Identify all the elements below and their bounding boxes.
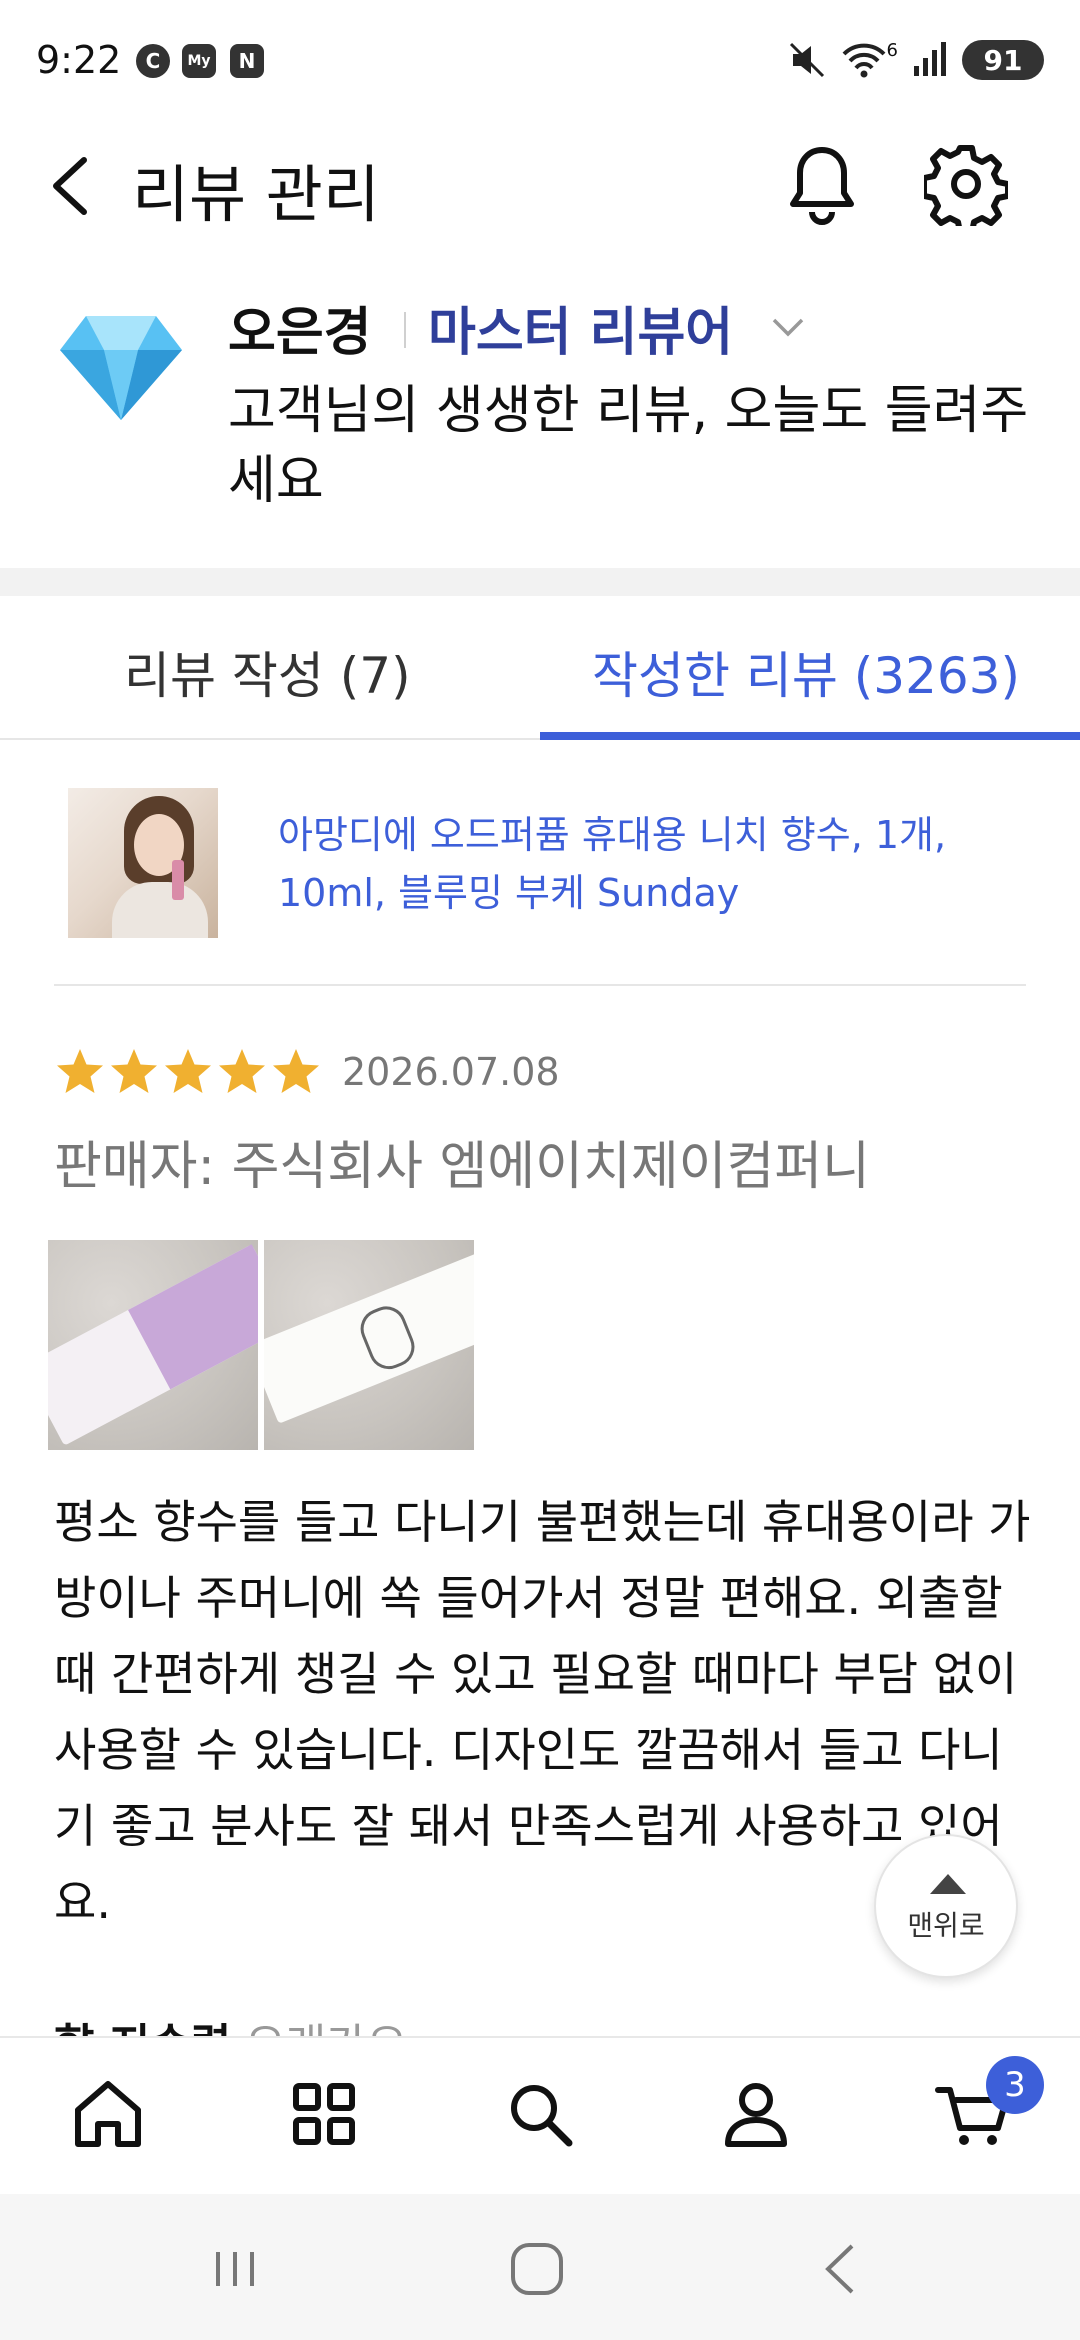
scroll-to-top-label: 맨위로: [907, 1909, 985, 1942]
gear-icon[interactable]: [924, 142, 1008, 226]
star-icon: [273, 1049, 319, 1093]
attribute-value: 오래가요: [245, 2020, 407, 2036]
page-title: 리뷰 관리: [132, 158, 380, 231]
recent-apps-icon[interactable]: [200, 2234, 270, 2304]
cart-count-badge: 3: [986, 2056, 1044, 2114]
review-tabs: 리뷰 작성 (7) 작성한 리뷰 (3263): [0, 596, 1080, 740]
diamond-grade-icon: [60, 316, 182, 420]
header: 리뷰 관리: [0, 130, 1080, 240]
review-rating: 2026.07.08: [54, 1046, 560, 1098]
review-product[interactable]: 아망디에 오드퍼퓸 휴대용 니치 향수, 1개, 10ml, 블루밍 부케 Su…: [54, 786, 1026, 986]
status-indicators: 6 91: [787, 40, 1044, 80]
status-app-icon-n: N: [230, 44, 264, 78]
seller-name: 판매자: 주식회사 엠에이치제이컴퍼니: [54, 1137, 871, 1197]
wifi-icon: [842, 43, 885, 78]
status-app-icon-my: My: [182, 44, 216, 78]
signal-label: 6: [886, 39, 898, 61]
star-icon: [219, 1049, 265, 1093]
reviewer-profile: 오은경 마스터 리뷰어 고객님의 생생한 리뷰, 오늘도 들려주세요: [0, 290, 1080, 540]
star-icon: [57, 1049, 103, 1093]
user-icon[interactable]: [714, 2072, 798, 2156]
active-tab-indicator: [540, 732, 1080, 740]
reviewer-grade[interactable]: 마스터 리뷰어: [428, 290, 733, 365]
tab-write-review[interactable]: 리뷰 작성 (7): [124, 636, 411, 708]
attribute-label: 향 지속력: [54, 2020, 231, 2036]
search-icon[interactable]: [498, 2072, 582, 2156]
system-back-icon[interactable]: [806, 2234, 876, 2304]
status-bar: 9:22 C My N 6 91: [0, 0, 1080, 130]
review-date: 2026.07.08: [342, 1050, 560, 1094]
review-attribute: 향 지속력 오래가요: [54, 2010, 407, 2036]
battery-indicator: 91: [962, 40, 1044, 80]
name-separator: [404, 312, 406, 348]
back-icon[interactable]: [44, 154, 104, 218]
star-icon: [165, 1049, 211, 1093]
section-divider: [0, 568, 1080, 596]
product-image[interactable]: [68, 788, 218, 938]
status-time: 9:22: [36, 38, 122, 82]
chevron-down-icon[interactable]: [770, 314, 806, 342]
signal-icon: [914, 42, 946, 76]
system-nav-bar: [0, 2194, 1080, 2340]
product-name[interactable]: 아망디에 오드퍼퓸 휴대용 니치 향수, 1개, 10ml, 블루밍 부케 Su…: [278, 806, 998, 922]
profile-message: 고객님의 생생한 리뷰, 오늘도 들려주세요: [228, 381, 1029, 511]
scroll-to-top-button[interactable]: 맨위로: [874, 1834, 1018, 1978]
review-photo-2[interactable]: [264, 1240, 474, 1450]
star-icon: [111, 1049, 157, 1093]
home-icon[interactable]: [66, 2072, 150, 2156]
status-app-icon-c: C: [136, 44, 170, 78]
reviewer-name: 오은경: [228, 303, 372, 363]
tab-written-reviews[interactable]: 작성한 리뷰 (3263): [592, 636, 1020, 708]
home-button-icon[interactable]: [502, 2234, 572, 2304]
bell-icon[interactable]: [784, 142, 860, 226]
mute-icon: [789, 42, 824, 78]
category-icon[interactable]: [282, 2072, 366, 2156]
bottom-nav: 3: [0, 2036, 1080, 2194]
review-photos: [48, 1240, 474, 1450]
arrow-up-icon: [930, 1874, 966, 1894]
review-photo-1[interactable]: [48, 1240, 258, 1450]
